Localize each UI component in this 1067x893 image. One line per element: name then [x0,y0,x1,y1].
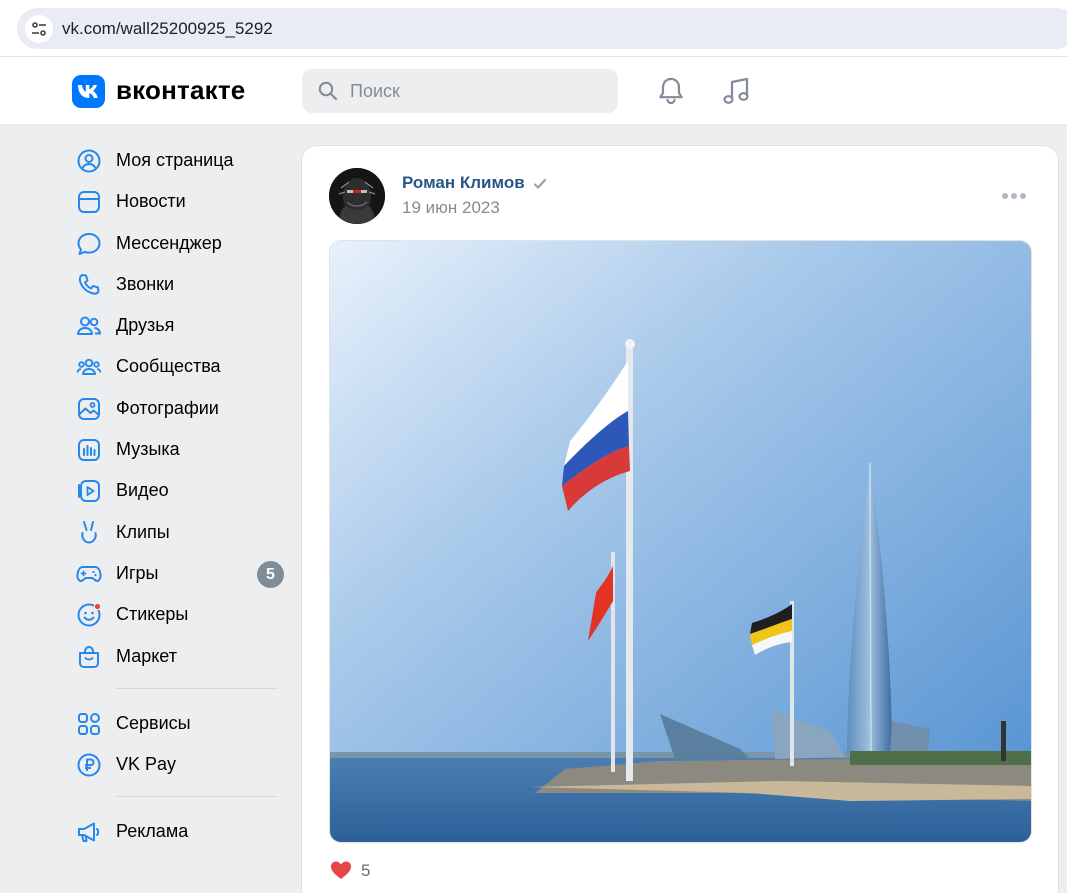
vk-header: вконтакте [0,57,1067,125]
gamepad-icon [76,565,102,582]
url-text[interactable]: vk.com/wall25200925_5292 [62,19,273,39]
vk-logo-icon[interactable] [72,75,105,108]
clips-icon [81,520,97,544]
sidebar-item-label: Звонки [116,273,175,294]
news-icon [78,191,100,214]
sidebar-item-label: Музыка [116,439,180,460]
communities-icon [76,359,102,376]
sidebar-item-services[interactable]: Сервисы [68,703,290,744]
sidebar-item-vk-pay[interactable]: VK Pay [68,744,290,785]
more-dots-icon [1002,193,1008,199]
sidebar-item-news[interactable]: Новости [68,181,290,222]
left-sidebar: Моя страница Новости Мессенджер Звонки Д… [68,140,290,853]
post-author-name[interactable]: Роман Климов [402,173,525,193]
wall-post: Роман Климов 19 июн 2023 5 [301,145,1059,893]
sidebar-item-stickers[interactable]: Стикеры [68,594,290,635]
notifications-button[interactable] [656,75,688,107]
sidebar-item-label: Мессенджер [116,232,222,253]
sidebar-item-label: Друзья [116,315,175,336]
friends-icon [77,316,102,336]
sidebar-item-label: Реклама [116,821,189,842]
music-player-button[interactable] [720,75,752,107]
sticker-icon [77,602,102,627]
user-circle-icon [77,149,101,173]
music-icon [78,439,100,462]
sidebar-item-games[interactable]: Игры 5 [68,553,290,594]
music-note-icon [723,77,749,104]
post-more-options-button[interactable] [1002,184,1028,208]
sidebar-item-clips[interactable]: Клипы [68,512,290,553]
sidebar-item-label: Сообщества [116,356,221,377]
search-box[interactable] [302,69,618,113]
heart-icon [331,861,351,879]
phone-icon [78,273,100,295]
photo-icon [78,397,100,420]
search-input[interactable] [350,69,610,113]
sidebar-item-friends[interactable]: Друзья [68,305,290,346]
like-count: 5 [361,861,371,880]
services-grid-icon [78,712,100,735]
sidebar-item-label: Видео [116,480,169,501]
tune-icon [32,22,46,36]
author-avatar[interactable] [329,168,385,224]
new-indicator-dot [93,602,102,611]
sidebar-item-label: Клипы [116,521,170,542]
sidebar-item-label: Маркет [116,645,177,666]
chat-bubble-icon [77,232,101,255]
sidebar-divider [116,796,278,798]
sidebar-item-communities[interactable]: Сообщества [68,346,290,387]
verified-checkmark-icon [533,178,547,189]
flags-lakhta-photo [330,241,1031,842]
url-field[interactable]: vk.com/wall25200925_5292 [17,8,1067,49]
sidebar-item-market[interactable]: Маркет [68,636,290,677]
search-icon [318,81,338,101]
games-count-badge: 5 [257,560,284,588]
sidebar-item-label: Сервисы [116,712,191,733]
sidebar-item-ads[interactable]: Реклама [68,811,290,852]
sidebar-item-calls[interactable]: Звонки [68,264,290,305]
sidebar-item-label: VK Pay [116,754,177,775]
sidebar-item-label: Игры [116,562,159,583]
sidebar-item-label: Моя страница [116,150,234,170]
post-photo[interactable] [329,240,1032,843]
sidebar-item-video[interactable]: Видео [68,470,290,511]
sidebar-item-messenger[interactable]: Мессенджер [68,223,290,264]
sidebar-item-music[interactable]: Музыка [68,429,290,470]
sidebar-item-label: Стикеры [116,604,189,625]
browser-address-bar: vk.com/wall25200925_5292 [0,0,1067,57]
vk-wordmark[interactable]: вконтакте [116,75,245,106]
megaphone-icon [78,822,100,843]
post-date[interactable]: 19 июн 2023 [402,198,500,218]
sidebar-item-label: Новости [116,191,186,212]
bell-icon [659,77,683,105]
video-icon [78,480,100,503]
site-info-button[interactable] [25,15,53,43]
market-bag-icon [79,645,99,668]
sidebar-item-photos[interactable]: Фотографии [68,388,290,429]
sidebar-item-label: Фотографии [116,397,219,418]
sidebar-item-my-page[interactable]: Моя страница [68,140,290,181]
ruble-icon [77,753,101,777]
sidebar-divider [116,687,278,689]
